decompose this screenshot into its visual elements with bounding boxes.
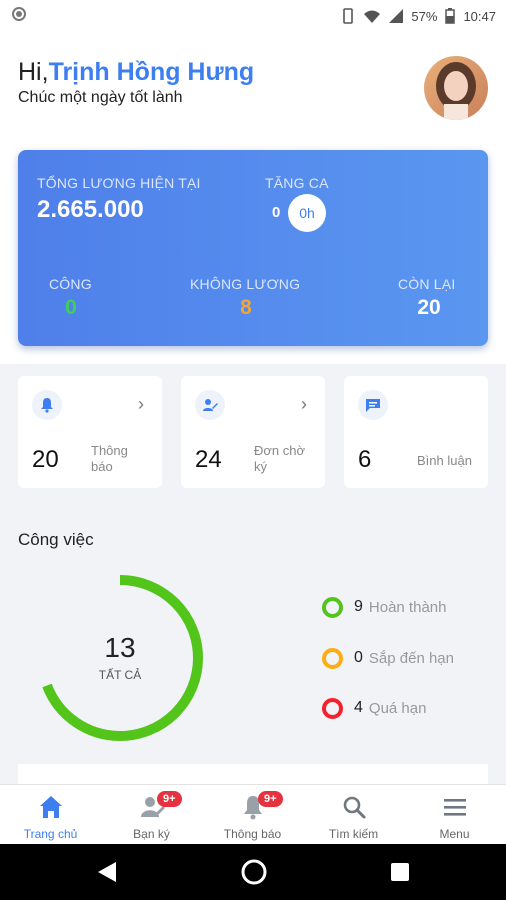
nav-search-label: Tìm kiếm — [328, 827, 379, 841]
pending-sign-label-line1: Đơn chờ — [254, 443, 306, 458]
tile-pending-sign[interactable]: › 24 Đơn chờ ký — [181, 376, 325, 488]
legend-completed-label: Hoàn thành — [368, 598, 447, 616]
chevron-right-icon: › — [138, 394, 144, 414]
avatar[interactable] — [424, 56, 488, 120]
greeting-hi: Hi, — [18, 58, 49, 86]
work-days-value: 0 — [65, 296, 77, 319]
bell-icon — [32, 390, 62, 420]
nav-notifications[interactable]: 9+ Thông báo — [202, 785, 303, 845]
pending-sign-label: Đơn chờ ký — [254, 443, 305, 475]
legend-overdue-count: 4 — [354, 699, 363, 716]
menu-icon — [443, 799, 466, 816]
recents-icon[interactable] — [390, 862, 410, 882]
unpaid-label: KHÔNG LƯƠNG — [190, 276, 301, 292]
status-right: 57% 10:47 — [341, 8, 496, 24]
notification-dot-icon — [12, 7, 26, 21]
nav-sign-label: Bạn ký — [133, 827, 170, 841]
notifications-count: 20 — [32, 446, 59, 473]
clock: 10:47 — [463, 8, 496, 24]
nav-notifications-label: Thông báo — [223, 827, 282, 841]
chevron-right-icon: › — [301, 394, 307, 414]
status-bar: 57% 10:47 — [0, 0, 506, 32]
back-icon[interactable] — [96, 860, 118, 884]
avatar-image — [424, 56, 488, 120]
bottom-nav: Trang chủ 9+ Bạn ký 9+ Thông báo Tìm kiế… — [0, 784, 506, 845]
legend-due-soon-label: Sắp đến hạn — [368, 649, 454, 667]
work-total-label: TẤT CẢ — [98, 668, 142, 682]
legend-overdue[interactable]: 4 Quá hạn — [322, 696, 426, 720]
tile-comments[interactable]: 6 Bình luận — [344, 376, 488, 488]
orange-ring-icon — [322, 647, 343, 669]
pending-sign-label-line2: ký — [254, 459, 267, 474]
unpaid-value: 8 — [240, 296, 252, 319]
remaining-label: CÒN LẠI — [398, 276, 456, 292]
nav-search[interactable]: Tìm kiếm — [303, 785, 404, 845]
overtime-count: 0 — [272, 204, 281, 221]
summary-tiles: › 20 Thông báo › 24 Đơn chờ ký 6 Bình luận — [18, 376, 488, 488]
home-circle-icon[interactable] — [240, 858, 268, 886]
nav-menu[interactable]: Menu — [404, 785, 505, 845]
battery-percent: 57% — [411, 8, 438, 24]
overtime-label: TĂNG CA — [265, 175, 329, 191]
comments-count: 6 — [358, 446, 372, 473]
greeting-subtitle: Chúc một ngày tốt lành — [18, 89, 183, 106]
search-icon — [343, 796, 365, 819]
comment-icon — [358, 390, 388, 420]
work-total: 13 — [104, 632, 136, 663]
legend-overdue-label: Quá hạn — [368, 699, 427, 717]
legend-due-soon-count: 0 — [354, 649, 363, 666]
pending-sign-count: 24 — [195, 446, 222, 473]
vibrate-icon — [343, 8, 354, 24]
nav-sign[interactable]: 9+ Bạn ký — [101, 785, 202, 845]
work-section-title: Công việc — [18, 530, 94, 549]
nav-home-label: Trang chủ — [23, 827, 78, 841]
wifi-icon — [364, 10, 381, 23]
total-salary-label: TỔNG LƯƠNG HIỆN TẠI — [37, 175, 201, 191]
total-salary-value: 2.665.000 — [37, 196, 144, 223]
notifications-label-line1: Thông — [91, 443, 128, 458]
nav-menu-label: Menu — [439, 827, 470, 841]
remaining-value: 20 — [417, 296, 441, 319]
greeting: Hi,Trịnh Hồng Hưng — [18, 58, 254, 87]
notifications-label-line2: báo — [91, 459, 113, 474]
sign-icon — [195, 390, 225, 420]
home-icon — [39, 796, 62, 818]
system-nav-bar — [0, 844, 506, 900]
next-card-peek — [18, 764, 488, 784]
notifications-label: Thông báo — [91, 443, 128, 475]
legend-due-soon[interactable]: 0 Sắp đến hạn — [322, 646, 454, 670]
nav-sign-badge: 9+ — [157, 791, 182, 807]
red-ring-icon — [322, 697, 343, 719]
tile-notifications[interactable]: › 20 Thông báo — [18, 376, 162, 488]
salary-card[interactable]: TỔNG LƯƠNG HIỆN TẠI 2.665.000 TĂNG CA 0 … — [18, 150, 488, 346]
user-name: Trịnh Hồng Hưng — [48, 58, 255, 86]
nav-home[interactable]: Trang chủ — [0, 785, 101, 845]
legend-completed[interactable]: 9 Hoàn thành — [322, 595, 446, 619]
signal-icon — [389, 9, 404, 23]
overtime-hours: 0h — [288, 194, 326, 232]
work-days-label: CÔNG — [49, 276, 92, 292]
comments-label: Bình luận — [417, 453, 472, 468]
header-area: Hi,Trịnh Hồng Hưng Chúc một ngày tốt làn… — [0, 32, 506, 364]
green-ring-icon — [322, 596, 343, 618]
legend-completed-count: 9 — [354, 598, 363, 615]
nav-notifications-badge: 9+ — [258, 791, 283, 807]
battery-icon — [445, 8, 456, 24]
